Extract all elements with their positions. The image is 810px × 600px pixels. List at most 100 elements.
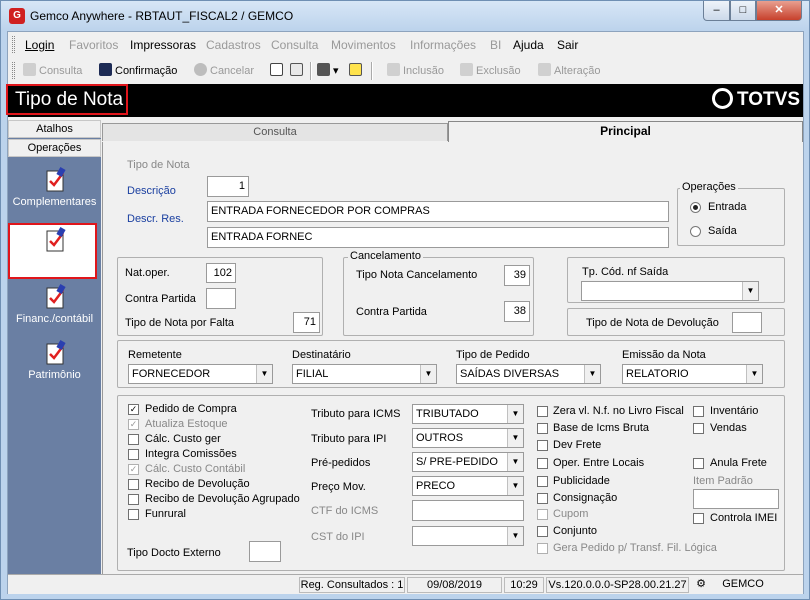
destinatario-label: Destinatário (292, 349, 351, 361)
cancelamento-group: Cancelamento Tipo Nota Cancelamento 39 C… (343, 250, 534, 336)
menu-ajuda[interactable]: Ajuda (513, 38, 544, 52)
conjunto-label: Conjunto (553, 525, 598, 537)
inclusao-button[interactable]: Inclusão (387, 63, 444, 77)
checkbox-calc-custo-contabil[interactable]: ✓ (128, 464, 139, 475)
tipo-nota-falta-field[interactable]: 71 (293, 312, 320, 333)
form-principal: Tipo de Nota 1 Descrição ENTRADA FORNECE… (102, 142, 803, 574)
menu-bi[interactable]: BI (490, 38, 501, 52)
checkbox-funrural[interactable] (128, 509, 139, 520)
tipo-nota-cancel-field[interactable]: 39 (504, 265, 530, 286)
tp-cod-nf-saida-select[interactable]: ▼ (581, 281, 759, 301)
confirmacao-button[interactable]: Confirmação (99, 63, 177, 77)
tributo-icms-select[interactable]: TRIBUTADO ▼ (412, 404, 524, 424)
tipo-pedido-select[interactable]: SAÍDAS DIVERSAS ▼ (456, 364, 601, 384)
cst-ipi-select[interactable]: ▼ (412, 526, 524, 546)
checkbox-anula-frete[interactable] (693, 458, 704, 469)
destinatario-select[interactable]: FILIAL ▼ (292, 364, 437, 384)
checkbox-zera-vl-nf[interactable] (537, 406, 548, 417)
emissao-label: Emissão da Nota (622, 349, 706, 361)
alteracao-button[interactable]: Alteração (538, 63, 600, 77)
checkbox-recibo-devolucao[interactable] (128, 479, 139, 490)
new-document-button[interactable] (270, 63, 286, 77)
toolbar-grip (12, 62, 15, 79)
atualiza-estoque-label: Atualiza Estoque (145, 418, 228, 430)
entrada-radio[interactable] (690, 202, 701, 213)
confirmacao-label: Confirmação (115, 65, 178, 77)
preco-mov-select[interactable]: PRECO ▼ (412, 476, 524, 496)
app-icon: G (9, 8, 25, 24)
checkbox-publicidade[interactable] (537, 476, 548, 487)
tab-principal[interactable]: Principal (448, 121, 803, 142)
tributo-ipi-select[interactable]: OUTROS ▼ (412, 428, 524, 448)
tab-consulta[interactable]: Consulta (102, 123, 448, 141)
menu-consulta[interactable]: Consulta (271, 38, 318, 52)
menu-sair[interactable]: Sair (557, 38, 578, 52)
operacoes-caption: Operações (680, 181, 738, 193)
close-button[interactable]: ✕ (756, 1, 802, 21)
cancelar-button[interactable]: Cancelar (194, 63, 254, 77)
maximize-button[interactable]: □ (730, 1, 756, 21)
sidebar-item-label: Financ./contábil (15, 313, 94, 325)
inclusao-label: Inclusão (403, 65, 444, 77)
menu-informacoes[interactable]: Informações (410, 38, 476, 52)
tipo-nota-field[interactable]: 1 (207, 176, 249, 197)
recibo-devolucao-label: Recibo de Devolução (145, 478, 250, 490)
checkbox-calc-custo-ger[interactable] (128, 434, 139, 445)
tp-cod-nf-saida-label: Tp. Cód. nf Saída (582, 266, 669, 278)
checkbox-gera-pedido-transf[interactable] (537, 543, 548, 554)
menu-bar: Login Favoritos Impressoras Cadastros Co… (8, 32, 803, 57)
item-padrao-field[interactable] (693, 489, 779, 509)
chevron-down-icon: ▼ (507, 405, 523, 423)
inventario-label: Inventário (710, 405, 759, 417)
tributo-ipi-value: OUTROS (416, 432, 464, 444)
checkbox-dev-frete[interactable] (537, 440, 548, 451)
sidebar-item-complementares[interactable]: Complementares (8, 165, 101, 223)
integra-comissoes-label: Integra Comissões (145, 448, 237, 460)
descricao-field[interactable]: ENTRADA FORNECEDOR POR COMPRAS (207, 201, 669, 222)
checkbox-conjunto[interactable] (537, 526, 548, 537)
print-button[interactable]: ▾ (317, 63, 339, 77)
checkbox-cupom[interactable] (537, 509, 548, 520)
menu-movimentos[interactable]: Movimentos (331, 38, 396, 52)
checkbox-recibo-devolucao-agrupado[interactable] (128, 494, 139, 505)
ctf-icms-field[interactable] (412, 500, 524, 521)
controla-imei-label: Controla IMEI (710, 512, 778, 524)
contra-partida-field[interactable] (206, 288, 236, 309)
tipo-docto-externo-field[interactable] (249, 541, 281, 562)
status-bar: Reg. Consultados : 1 09/08/2019 10:29 Vs… (8, 574, 803, 594)
checkbox-vendas[interactable] (693, 423, 704, 434)
checkbox-pedido-compra[interactable]: ✓ (128, 404, 139, 415)
open-button[interactable] (290, 63, 306, 77)
cancel-contra-partida-field[interactable]: 38 (504, 301, 530, 322)
sidebar-item-tributacao[interactable]: Tributação (8, 223, 97, 279)
remetente-group: Remetente FORNECEDOR ▼ Destinatário FILIA… (117, 340, 785, 388)
nat-oper-field[interactable]: 102 (206, 263, 236, 283)
help-button[interactable] (349, 63, 365, 77)
exclusao-button[interactable]: Exclusão (460, 63, 521, 77)
checkbox-inventario[interactable] (693, 406, 704, 417)
totvs-logo: TOTVS (712, 88, 800, 111)
sidebar-item-financ-contabil[interactable]: Financ./contábil (8, 282, 101, 340)
menu-login[interactable]: Login (25, 38, 54, 52)
menu-impressoras[interactable]: Impressoras (130, 38, 196, 52)
tipo-nota-devol-field[interactable] (732, 312, 762, 333)
sidebar-item-patrimonio[interactable]: Patrimônio (8, 338, 101, 396)
saida-radio[interactable] (690, 226, 701, 237)
remetente-select[interactable]: FORNECEDOR ▼ (128, 364, 273, 384)
checkbox-controla-imei[interactable] (693, 513, 704, 524)
checkbox-consignacao[interactable] (537, 493, 548, 504)
consulta-button[interactable]: Consulta (23, 63, 82, 77)
checkbox-integra-comissoes[interactable] (128, 449, 139, 460)
pre-pedidos-select[interactable]: S/ PRE-PEDIDO ▼ (412, 452, 524, 472)
sidebar-operacoes[interactable]: Operações (8, 139, 101, 157)
menu-favoritos[interactable]: Favoritos (69, 38, 118, 52)
descr-res-field[interactable]: ENTRADA FORNEC (207, 227, 669, 248)
minimize-button[interactable]: – (703, 1, 730, 21)
checkbox-atualiza-estoque[interactable]: ✓ (128, 419, 139, 430)
checkbox-oper-entre-locais[interactable] (537, 458, 548, 469)
sidebar-atalhos[interactable]: Atalhos (8, 120, 101, 138)
descr-res-label: Descr. Res. (127, 213, 184, 225)
menu-cadastros[interactable]: Cadastros (206, 38, 261, 52)
checkbox-base-icms-bruta[interactable] (537, 423, 548, 434)
emissao-select[interactable]: RELATORIO ▼ (622, 364, 763, 384)
